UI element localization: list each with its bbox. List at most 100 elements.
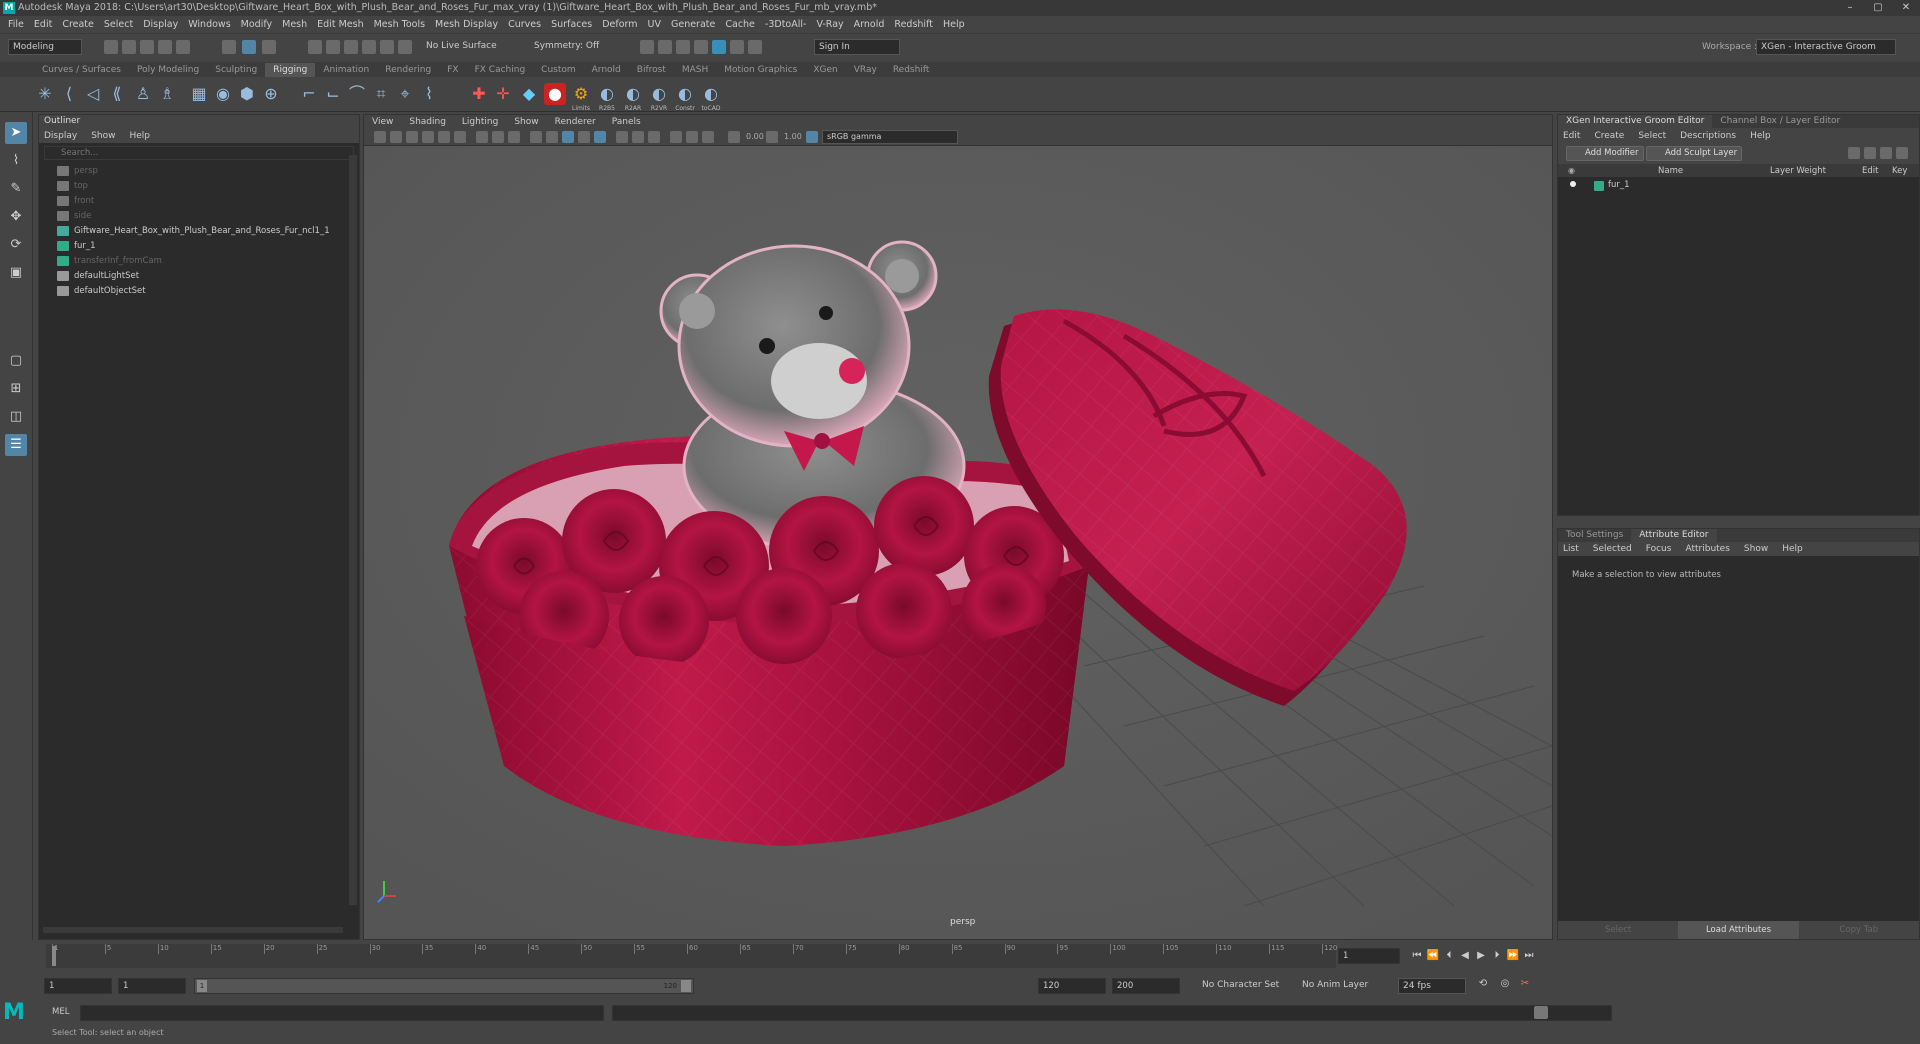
- human-ik-icon[interactable]: ♗: [156, 83, 178, 105]
- shelf-tab-animation[interactable]: Animation: [315, 63, 377, 77]
- menu-generate[interactable]: Generate: [671, 19, 715, 30]
- select-button[interactable]: Select: [1558, 921, 1678, 939]
- parent-constraint-icon[interactable]: ⌐: [298, 83, 320, 105]
- menu-3dtoall[interactable]: -3DtoAll-: [765, 19, 807, 30]
- step-back-key-icon[interactable]: ⏪: [1426, 950, 1440, 962]
- tocad-icon[interactable]: ◐ toCAD: [700, 83, 722, 112]
- bookmark-icon[interactable]: [406, 131, 418, 143]
- menu-modify[interactable]: Modify: [241, 19, 272, 30]
- xray-icon[interactable]: [686, 131, 698, 143]
- smooth-shade-icon[interactable]: [546, 131, 558, 143]
- menu-deform[interactable]: Deform: [602, 19, 637, 30]
- undo-icon[interactable]: [158, 40, 172, 54]
- workspace-dropdown[interactable]: XGen - Interactive Groom: [1756, 39, 1896, 55]
- menu-windows[interactable]: Windows: [188, 19, 230, 30]
- play-back-icon[interactable]: ◀: [1458, 950, 1472, 962]
- r2vr-icon[interactable]: ◐ R2VR: [648, 83, 670, 112]
- render-frame-icon[interactable]: [640, 40, 654, 54]
- menu-file[interactable]: File: [8, 19, 24, 30]
- snap-point-icon[interactable]: [344, 40, 358, 54]
- exposure-icon[interactable]: [728, 131, 740, 143]
- scale-tool-icon[interactable]: ▣: [5, 262, 27, 284]
- snap-surface-icon[interactable]: [380, 40, 394, 54]
- playback-start-field[interactable]: 1: [118, 978, 186, 994]
- scale-constraint-icon[interactable]: ⌗: [370, 83, 392, 105]
- snap-view-icon[interactable]: [398, 40, 412, 54]
- sign-in-button[interactable]: Sign In: [814, 39, 900, 55]
- anim-prefs-icon[interactable]: ✂: [1518, 978, 1532, 990]
- shelf-tab-motion-graphics[interactable]: Motion Graphics: [716, 63, 805, 77]
- shelf-tab-mash[interactable]: MASH: [674, 63, 716, 77]
- wireframe-icon[interactable]: [530, 131, 542, 143]
- live-surface-field[interactable]: No Live Surface: [422, 39, 510, 55]
- aim-constraint-icon[interactable]: ⌖: [394, 83, 416, 105]
- shelf-tab-curves-surfaces[interactable]: Curves / Surfaces: [34, 63, 129, 77]
- character-set-dropdown[interactable]: No Character Set: [1198, 978, 1288, 994]
- outliner-item[interactable]: side: [57, 208, 359, 223]
- render-sequence-icon[interactable]: [658, 40, 672, 54]
- attr-menu-help[interactable]: Help: [1782, 544, 1803, 554]
- gamma-icon[interactable]: [766, 131, 778, 143]
- outliner-menu-help[interactable]: Help: [129, 131, 150, 141]
- maximize-icon[interactable]: ▢: [1864, 0, 1892, 16]
- symmetry-dropdown[interactable]: Symmetry: Off: [530, 39, 608, 55]
- current-time-marker[interactable]: [52, 946, 56, 966]
- new-layer-icon[interactable]: [1880, 147, 1892, 159]
- new-scene-icon[interactable]: [104, 40, 118, 54]
- col-edit[interactable]: Edit: [1862, 166, 1878, 176]
- menu-edit-mesh[interactable]: Edit Mesh: [317, 19, 363, 30]
- step-back-icon[interactable]: ⏴: [1442, 950, 1456, 962]
- exposure-value[interactable]: 0.00: [746, 132, 764, 141]
- shelf-tab-sculpting[interactable]: Sculpting: [207, 63, 265, 77]
- shelf-tab-rigging[interactable]: Rigging: [265, 63, 316, 77]
- antialiasing-icon[interactable]: [648, 131, 660, 143]
- menu-help[interactable]: Help: [943, 19, 965, 30]
- shelf-tab-fx-caching[interactable]: FX Caching: [467, 63, 534, 77]
- ipr-render-icon[interactable]: [676, 40, 690, 54]
- ambient-occlusion-icon[interactable]: [616, 131, 628, 143]
- grease-pencil-icon[interactable]: [454, 131, 466, 143]
- auto-key-icon[interactable]: ◎: [1498, 978, 1512, 990]
- anim-layer-dropdown[interactable]: No Anim Layer: [1298, 978, 1388, 994]
- outliner-scrollbar[interactable]: [349, 155, 357, 905]
- attr-menu-attributes[interactable]: Attributes: [1685, 544, 1729, 554]
- current-frame-field[interactable]: 1: [1338, 948, 1400, 964]
- film-gate-icon[interactable]: [492, 131, 504, 143]
- locator-icon[interactable]: ✚: [468, 83, 490, 105]
- point-constraint-icon[interactable]: ⌙: [322, 83, 344, 105]
- shelf-tab-rendering[interactable]: Rendering: [377, 63, 439, 77]
- time-ruler[interactable]: 1 5 10 15 20 25 30 35 40 45 50 55 60 65 70 75 80 85 90 95 10…: [46, 944, 1337, 968]
- viewport-menu-show[interactable]: Show: [514, 117, 538, 127]
- outliner-hscrollbar[interactable]: [43, 927, 343, 933]
- menu-v-ray[interactable]: V-Ray: [816, 19, 843, 30]
- outliner-menu-show[interactable]: Show: [91, 131, 115, 141]
- grid-icon[interactable]: [476, 131, 488, 143]
- menu-cache[interactable]: Cache: [725, 19, 755, 30]
- col-layer-weight[interactable]: Layer Weight: [1770, 166, 1826, 176]
- single-view-icon[interactable]: ▢: [5, 350, 27, 372]
- xgen-menu-help[interactable]: Help: [1750, 131, 1771, 141]
- lights-icon[interactable]: [578, 131, 590, 143]
- range-left-handle[interactable]: 1: [197, 980, 207, 992]
- limits-icon[interactable]: ⚙ Limits: [570, 83, 592, 112]
- constr-icon[interactable]: ◐ Constr: [674, 83, 696, 112]
- motion-blur-icon[interactable]: [632, 131, 644, 143]
- wrap-icon[interactable]: ⊕: [260, 83, 282, 105]
- mel-label[interactable]: MEL: [52, 1007, 69, 1017]
- record-icon[interactable]: ●: [544, 83, 566, 105]
- viewport-menu-renderer[interactable]: Renderer: [555, 117, 596, 127]
- viewport-panel[interactable]: View Shading Lighting Show Renderer Panels 0.…: [363, 114, 1553, 940]
- attr-menu-show[interactable]: Show: [1744, 544, 1768, 554]
- tab-attribute-editor[interactable]: Attribute Editor: [1631, 529, 1717, 542]
- shelf-tab-fx[interactable]: FX: [439, 63, 466, 77]
- viewport-menu-view[interactable]: View: [372, 117, 393, 127]
- snap-curve-icon[interactable]: [326, 40, 340, 54]
- menu-select[interactable]: Select: [104, 19, 133, 30]
- move-down-icon[interactable]: [1864, 147, 1876, 159]
- add-modifier-button[interactable]: Add Modifier: [1566, 146, 1644, 161]
- xgen-menu-select[interactable]: Select: [1638, 131, 1666, 141]
- outliner-item[interactable]: front: [57, 193, 359, 208]
- blend-shape-icon[interactable]: ◆: [518, 83, 540, 105]
- pole-vector-icon[interactable]: ⌇: [418, 83, 440, 105]
- isolate-select-icon[interactable]: [670, 131, 682, 143]
